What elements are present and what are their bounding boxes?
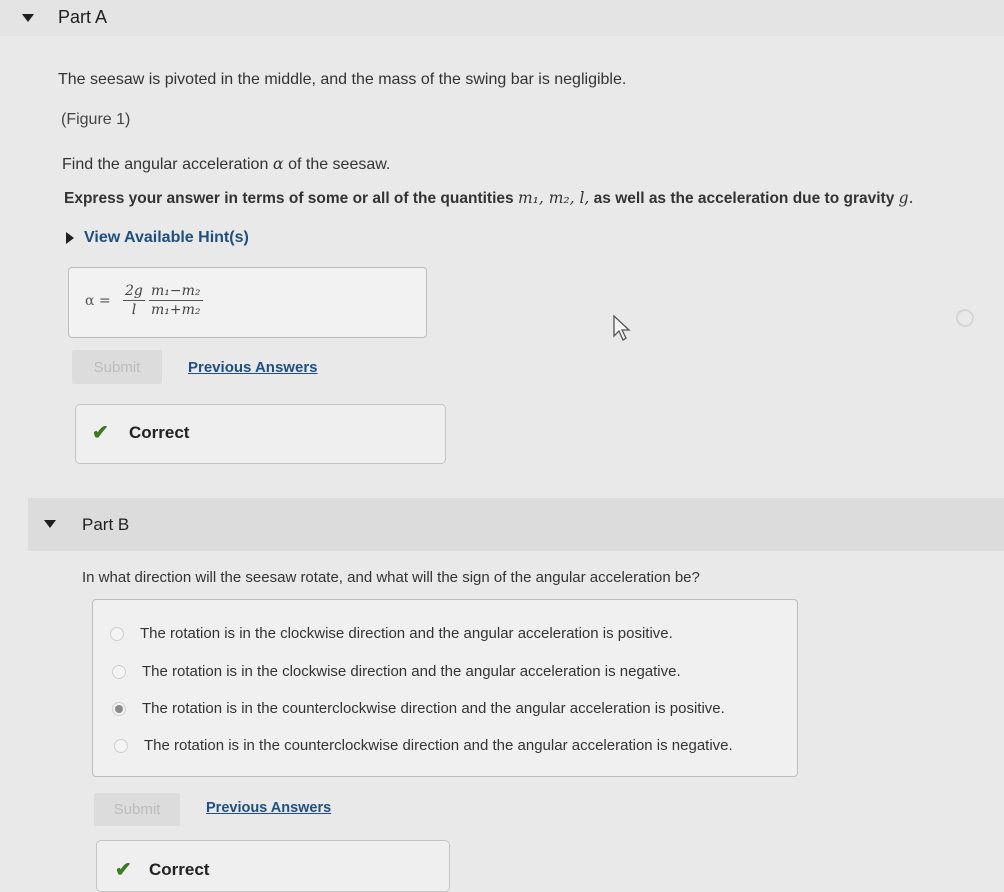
option-1[interactable]: The rotation is in the clockwise directi… (112, 663, 681, 680)
checkmark-icon: ✔ (115, 859, 132, 881)
correct-label: Correct (149, 860, 210, 879)
radio-button-0[interactable] (110, 626, 124, 641)
hint-label: View Available Hint(s) (84, 229, 249, 246)
part-a-correct-feedback: ✔ Correct (75, 404, 446, 464)
answer-fraction-1: 2g l (123, 283, 145, 318)
instruction-suffix: as well as the acceleration due to gravi… (593, 190, 895, 207)
answer-fraction-2: m₁−m₂ m₁+m₂ (149, 283, 203, 318)
answer-lhs: α = (85, 293, 111, 309)
option-0-label: The rotation is in the clockwise directi… (140, 625, 673, 642)
answer-input-box[interactable]: α = 2g l m₁−m₂ m₁+m₂ (68, 267, 427, 338)
part-b-header[interactable]: Part B (28, 498, 1004, 551)
question-prompt: Find the angular acceleration α of the s… (62, 154, 390, 174)
prompt-prefix: Find the angular acceleration (62, 156, 269, 173)
option-0[interactable]: The rotation is in the clockwise directi… (110, 625, 673, 642)
option-3[interactable]: The rotation is in the counterclockwise … (114, 737, 733, 754)
problem-intro: The seesaw is pivoted in the middle, and… (58, 71, 627, 88)
frac2-numerator: m₁−m₂ (149, 283, 203, 301)
option-3-label: The rotation is in the counterclockwise … (144, 737, 733, 754)
option-1-label: The rotation is in the clockwise directi… (142, 663, 681, 680)
collapse-caret-icon[interactable] (44, 520, 56, 528)
radio-button-3[interactable] (114, 738, 128, 753)
part-a-title: Part A (58, 7, 108, 27)
answer-instruction: Express your answer in terms of some or … (64, 189, 914, 208)
checkmark-icon: ✔ (92, 422, 109, 444)
expand-caret-icon (66, 232, 74, 244)
instruction-g: g. (898, 189, 914, 207)
radio-button-1[interactable] (112, 664, 126, 679)
part-b-submit-button[interactable]: Submit (94, 793, 180, 826)
figure-link[interactable]: (Figure 1) (61, 111, 130, 129)
alpha-symbol: α (272, 154, 284, 173)
correct-label: Correct (129, 423, 190, 442)
frac1-numerator: 2g (123, 283, 145, 301)
radio-button-2-selected[interactable] (112, 701, 126, 716)
option-2-label: The rotation is in the counterclockwise … (142, 700, 725, 717)
part-b-title: Part B (82, 515, 130, 534)
part-a-previous-answers-link[interactable]: Previous Answers (188, 359, 318, 376)
option-2[interactable]: The rotation is in the counterclockwise … (112, 700, 725, 717)
view-hints-link[interactable]: View Available Hint(s) (66, 229, 249, 247)
frac2-denominator: m₁+m₂ (151, 302, 201, 318)
collapse-caret-icon[interactable] (22, 14, 34, 22)
part-b-question: In what direction will the seesaw rotate… (82, 569, 700, 586)
part-b-correct-feedback: ✔ Correct (96, 840, 450, 892)
instruction-prefix: Express your answer in terms of some or … (64, 190, 514, 207)
part-a-header[interactable]: Part A (0, 0, 1004, 36)
instruction-vars: m₁, m₂, l, (517, 189, 590, 207)
frac1-denominator: l (131, 302, 137, 318)
part-a-submit-button[interactable]: Submit (72, 350, 162, 384)
mouse-cursor-icon (613, 314, 631, 341)
prompt-suffix: of the seesaw. (288, 156, 391, 173)
part-b-previous-answers-link[interactable]: Previous Answers (206, 800, 331, 816)
faint-circle-icon (956, 309, 974, 327)
